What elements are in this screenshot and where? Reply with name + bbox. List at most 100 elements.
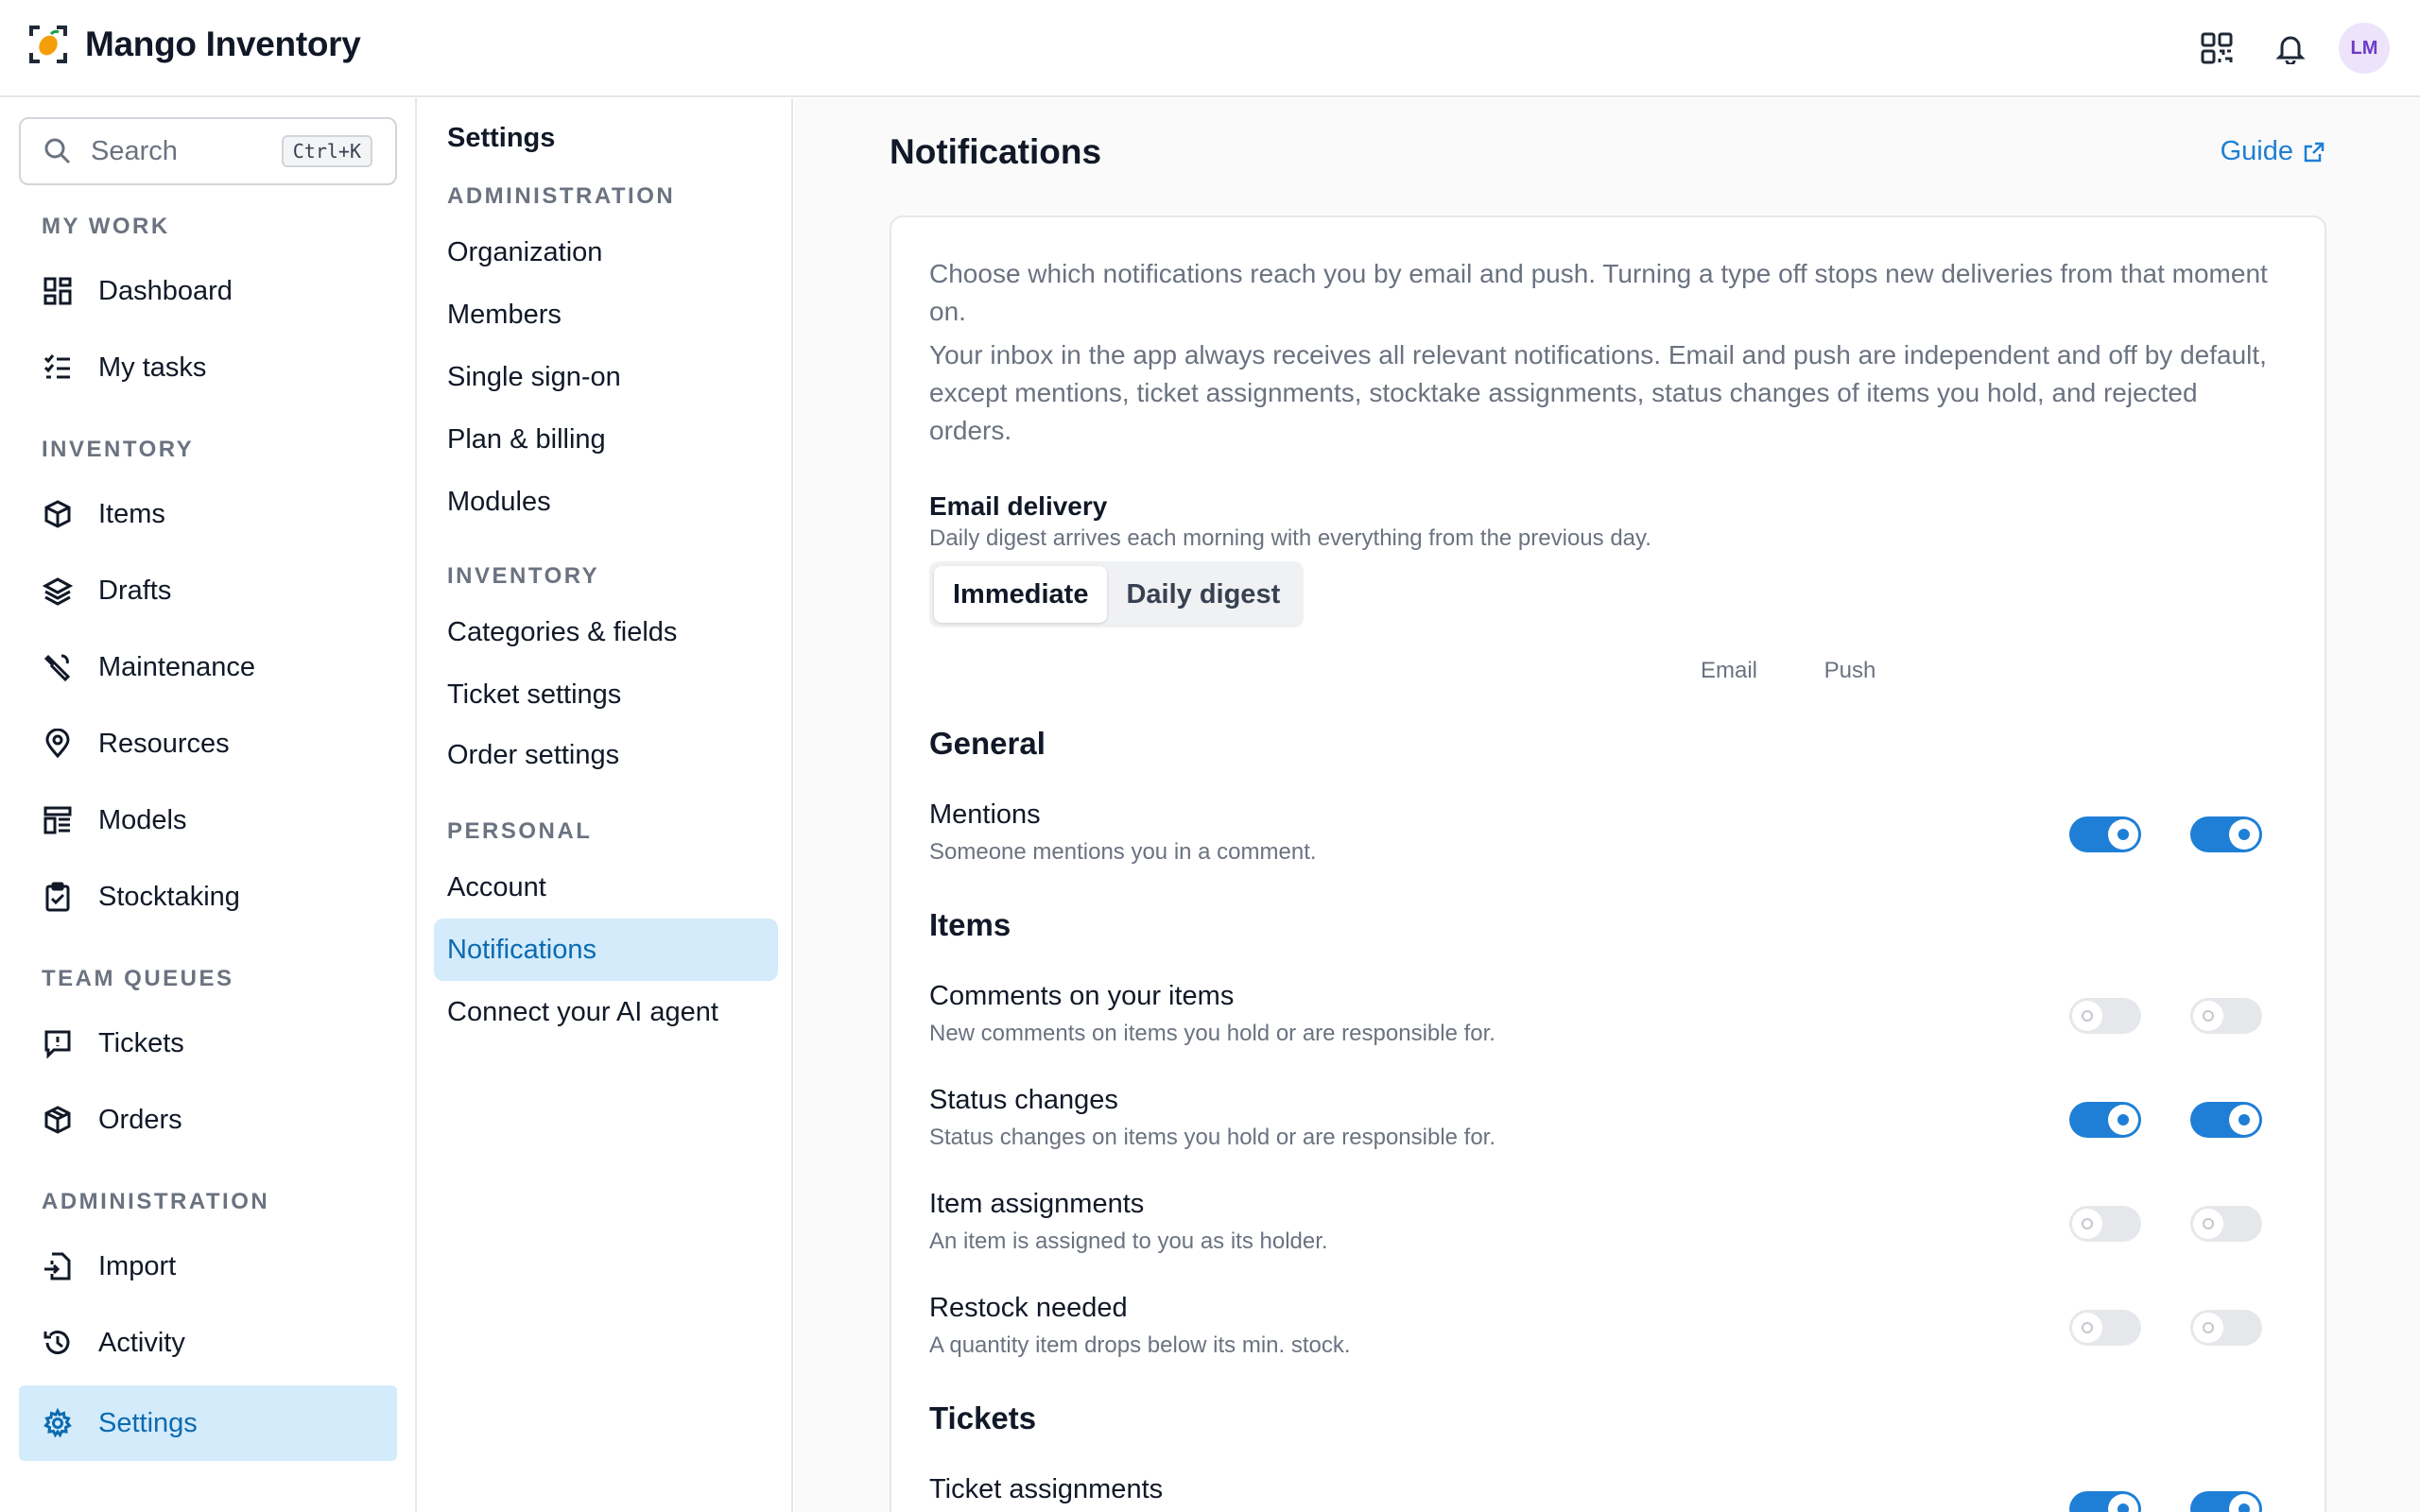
email-delivery-label: Email delivery <box>929 491 1108 521</box>
option-immediate[interactable]: Immediate <box>934 566 1108 623</box>
models-icon <box>42 804 74 836</box>
sidebar-item-models[interactable]: Models <box>19 782 397 858</box>
sidebar-item-dashboard[interactable]: Dashboard <box>19 253 397 329</box>
sidebar-item-label: Stocktaking <box>98 881 240 912</box>
app-name: Mango Inventory <box>85 25 361 63</box>
sidebar-item-tickets[interactable]: Tickets <box>19 1005 397 1081</box>
settings-subnav: Settings ADMINISTRATION Organization Mem… <box>419 98 793 1512</box>
sidebar-item-maintenance[interactable]: Maintenance <box>19 629 397 705</box>
subnav-item-account[interactable]: Account <box>434 856 778 919</box>
toggle-item-assignments-email[interactable] <box>2069 1206 2141 1242</box>
toggle-mentions-push[interactable] <box>2190 816 2262 852</box>
location-pin-icon <box>42 728 74 760</box>
sidebar-item-settings[interactable]: Settings <box>19 1385 397 1461</box>
layers-icon <box>42 575 74 607</box>
mango-logo-icon <box>29 26 67 63</box>
toggle-item-assignments-push[interactable] <box>2190 1206 2262 1242</box>
subnav-item-single-sign-on[interactable]: Single sign-on <box>434 346 778 408</box>
toggle-status-changes-push[interactable] <box>2190 1102 2262 1138</box>
toggle-restock-needed-push[interactable] <box>2190 1310 2262 1346</box>
row-help-status-changes: Status changes on items you hold or are … <box>929 1125 1496 1150</box>
guide-label: Guide <box>2220 136 2293 166</box>
row-label-restock-needed: Restock needed <box>929 1293 1128 1323</box>
brand[interactable]: Mango Inventory <box>28 25 361 64</box>
search-placeholder: Search <box>91 135 178 166</box>
sidebar-item-my-tasks[interactable]: My tasks <box>19 330 397 405</box>
subnav-section-personal: PERSONAL <box>447 818 593 844</box>
nav-section-administration: ADMINISTRATION <box>42 1189 270 1214</box>
guide-link[interactable]: Guide <box>2221 136 2325 167</box>
wrench-icon <box>42 651 74 683</box>
column-email: Email <box>1700 658 1757 683</box>
sidebar-item-drafts[interactable]: Drafts <box>19 553 397 628</box>
subnav-item-order-settings[interactable]: Order settings <box>434 724 778 786</box>
toggle-comments-push[interactable] <box>2190 998 2262 1034</box>
notifications-card: Choose which notifications reach you by … <box>890 215 2326 1512</box>
sidebar-item-label: Orders <box>98 1104 182 1135</box>
subnav-section-inventory: INVENTORY <box>447 563 600 589</box>
sidebar-item-stocktaking[interactable]: Stocktaking <box>19 859 397 935</box>
sidebar-item-orders[interactable]: Orders <box>19 1082 397 1158</box>
nav-section-team-queues: TEAM QUEUES <box>42 966 234 991</box>
sidebar-item-label: My tasks <box>98 352 207 383</box>
search-shortcut: Ctrl+K <box>281 135 372 167</box>
column-push: Push <box>1824 658 1876 683</box>
sidebar-item-label: Items <box>98 498 165 529</box>
group-title-general: General <box>929 726 1046 761</box>
toggle-mentions-email[interactable] <box>2069 816 2141 852</box>
toggle-restock-needed-email[interactable] <box>2069 1310 2141 1346</box>
qr-code-icon[interactable] <box>2191 23 2242 74</box>
box-icon <box>42 1104 74 1136</box>
subnav-item-categories-fields[interactable]: Categories & fields <box>434 601 778 663</box>
sidebar-item-label: Settings <box>98 1407 198 1438</box>
top-bar: Mango Inventory LM <box>0 0 2420 97</box>
toggle-comments-email[interactable] <box>2069 998 2141 1034</box>
row-label-status-changes: Status changes <box>929 1085 1118 1115</box>
sidebar: Search Ctrl+K MY WORK Dashboard My tasks… <box>0 98 417 1512</box>
subnav-item-notifications[interactable]: Notifications <box>434 919 778 981</box>
row-label-ticket-assignments: Ticket assignments <box>929 1474 1164 1504</box>
external-link-icon <box>2304 142 2325 162</box>
dashboard-icon <box>42 275 74 307</box>
search-input[interactable]: Search Ctrl+K <box>19 117 397 185</box>
sidebar-item-label: Maintenance <box>98 651 256 682</box>
email-delivery-help: Daily digest arrives each morning with e… <box>929 525 1651 551</box>
gear-icon <box>42 1407 74 1439</box>
row-label-mentions: Mentions <box>929 799 1041 830</box>
sidebar-item-resources[interactable]: Resources <box>19 706 397 782</box>
subnav-item-plan-billing[interactable]: Plan & billing <box>434 408 778 471</box>
subnav-section-administration: ADMINISTRATION <box>447 183 676 209</box>
subnav-item-ticket-settings[interactable]: Ticket settings <box>434 663 778 726</box>
toggle-ticket-assignments-push[interactable] <box>2190 1491 2262 1512</box>
toggle-status-changes-email[interactable] <box>2069 1102 2141 1138</box>
intro-text-1: Choose which notifications reach you by … <box>929 259 2268 326</box>
group-title-items: Items <box>929 907 1011 942</box>
row-help-item-assignments: An item is assigned to you as its holder… <box>929 1228 1328 1254</box>
sidebar-item-activity[interactable]: Activity <box>19 1305 397 1381</box>
row-label-comments: Comments on your items <box>929 981 1235 1011</box>
import-icon <box>42 1250 74 1282</box>
bell-icon[interactable] <box>2265 23 2316 74</box>
row-label-item-assignments: Item assignments <box>929 1189 1145 1219</box>
history-icon <box>42 1327 74 1359</box>
sidebar-item-label: Resources <box>98 728 230 759</box>
clipboard-check-icon <box>42 881 74 913</box>
subnav-item-connect-ai-agent[interactable]: Connect your AI agent <box>434 981 778 1043</box>
subnav-item-members[interactable]: Members <box>434 284 778 346</box>
main-content: Notifications Guide Choose which notific… <box>795 98 2420 1512</box>
subnav-item-modules[interactable]: Modules <box>434 471 778 533</box>
row-help-restock-needed: A quantity item drops below its min. sto… <box>929 1332 1351 1358</box>
toggle-ticket-assignments-email[interactable] <box>2069 1491 2141 1512</box>
option-daily-digest[interactable]: Daily digest <box>1107 566 1299 623</box>
sidebar-item-label: Drafts <box>98 575 172 606</box>
sidebar-item-label: Import <box>98 1250 177 1281</box>
sidebar-item-label: Models <box>98 804 187 835</box>
sidebar-item-label: Activity <box>98 1327 185 1358</box>
cube-icon <box>42 498 74 530</box>
search-icon <box>44 138 71 164</box>
avatar[interactable]: LM <box>2339 23 2390 74</box>
sidebar-item-import[interactable]: Import <box>19 1228 397 1304</box>
subnav-item-organization[interactable]: Organization <box>434 221 778 284</box>
sidebar-item-items[interactable]: Items <box>19 476 397 552</box>
tasks-icon <box>42 352 74 384</box>
